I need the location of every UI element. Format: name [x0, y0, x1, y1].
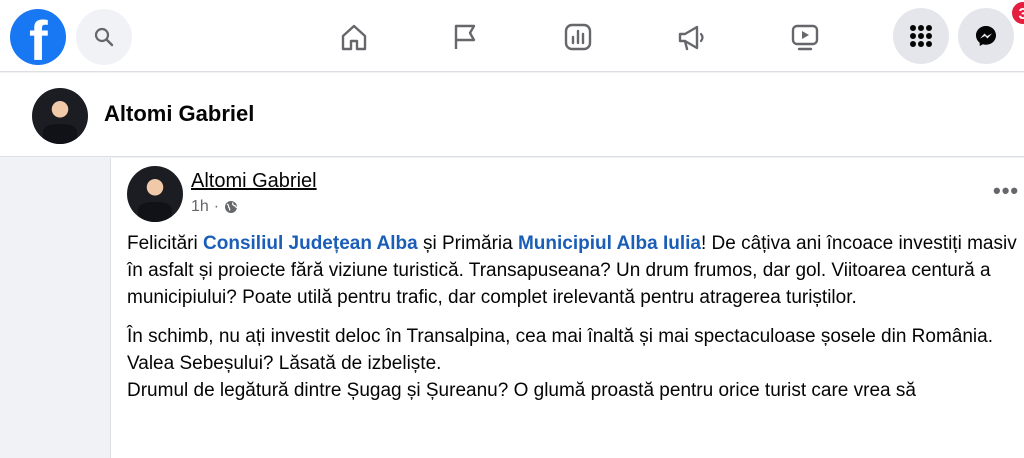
top-navigation-bar: f 3	[0, 0, 1024, 72]
mention-link[interactable]: Consiliul Județean Alba	[203, 233, 418, 254]
page-avatar[interactable]	[32, 88, 88, 144]
video-icon	[791, 24, 819, 51]
home-icon	[341, 24, 367, 51]
menu-button[interactable]	[893, 8, 949, 64]
post-line: Drumul de legătură dintre Șugag și Șurea…	[127, 380, 916, 401]
post-text-segment: și Primăria	[417, 233, 518, 254]
mention-link[interactable]: Municipiul Alba Iulia	[518, 233, 701, 254]
post-card: Altomi Gabriel 1h · ••• Felicitări Consi…	[110, 158, 1024, 458]
facebook-logo-letter: f	[29, 9, 48, 66]
nav-watch-tab[interactable]	[780, 14, 828, 58]
post-paragraph: Felicitări Consiliul Județean Alba și Pr…	[127, 230, 1024, 311]
post-meta: 1h ·	[191, 198, 238, 216]
search-button[interactable]	[76, 9, 132, 65]
search-icon	[94, 27, 114, 47]
post-body: Felicitări Consiliul Județean Alba și Pr…	[127, 230, 1024, 404]
nav-insights-tab[interactable]	[553, 14, 601, 58]
grid-menu-icon	[910, 25, 932, 47]
post-paragraph: În schimb, nu ați investit deloc în Tran…	[127, 326, 994, 347]
post-text-segment: Felicitări	[127, 233, 204, 254]
post-timestamp[interactable]: 1h	[191, 198, 209, 216]
page-title[interactable]: Altomi Gabriel	[104, 101, 254, 127]
more-options-icon: •••	[993, 178, 1020, 203]
facebook-logo[interactable]: f	[10, 9, 66, 65]
megaphone-icon	[678, 25, 704, 51]
chart-icon	[564, 23, 592, 51]
nav-ads-tab[interactable]	[666, 14, 714, 58]
messenger-button[interactable]	[958, 8, 1014, 64]
nav-home-tab[interactable]	[329, 14, 377, 58]
meta-separator: ·	[213, 198, 220, 215]
flag-icon	[454, 24, 476, 49]
post-author-name[interactable]: Altomi Gabriel	[191, 170, 317, 193]
messenger-icon	[976, 26, 996, 46]
post-options-button[interactable]: •••	[993, 178, 1019, 204]
page-header: Altomi Gabriel	[0, 73, 1024, 157]
post-author-avatar[interactable]	[127, 166, 183, 222]
messenger-unread-badge: 3	[1010, 0, 1024, 26]
globe-icon	[225, 201, 238, 213]
post-line: Valea Sebeșului? Lăsată de izbeliște.	[127, 353, 442, 374]
nav-pages-tab[interactable]	[440, 14, 488, 58]
